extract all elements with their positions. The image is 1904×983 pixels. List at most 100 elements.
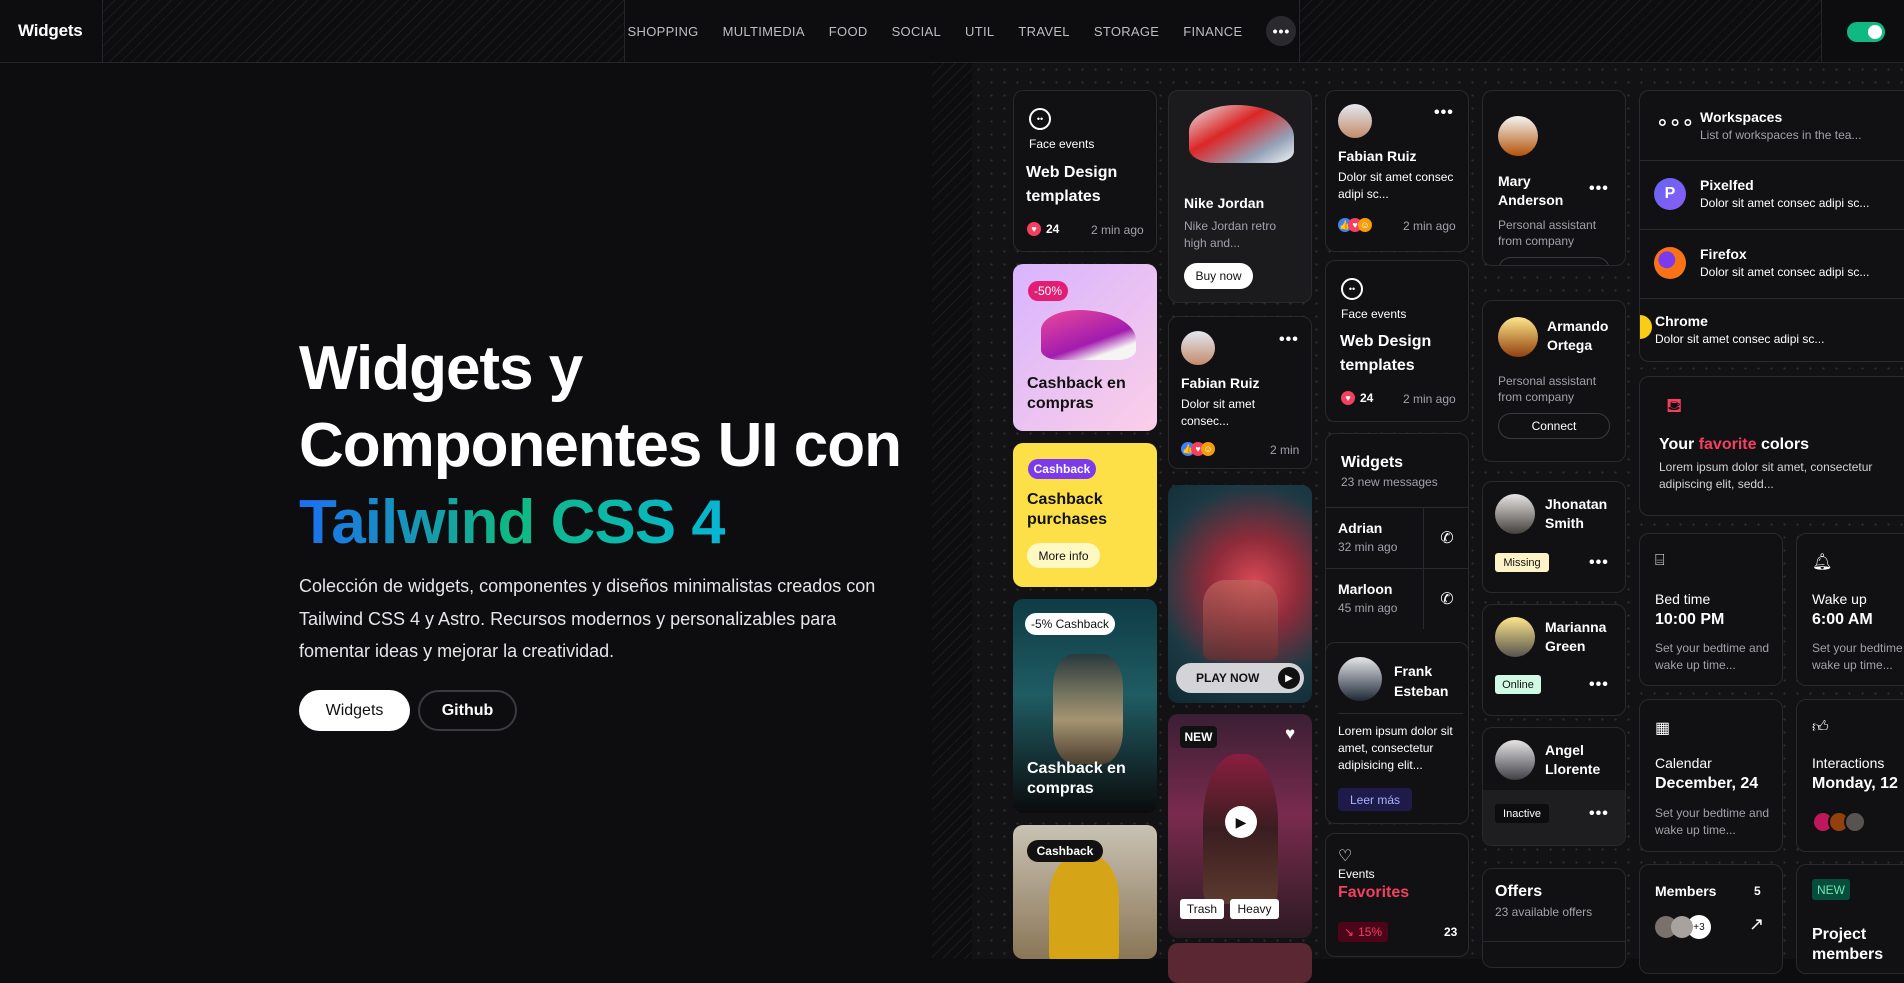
nav-food[interactable]: FOOD [829, 24, 868, 39]
nav-finance[interactable]: FINANCE [1183, 24, 1242, 39]
fabian-card-small[interactable]: ••• Fabian Ruiz Dolor sit amet consec...… [1168, 316, 1312, 469]
trend-pct: 15% [1358, 925, 1383, 939]
hero-title-line1: Widgets y [299, 334, 583, 403]
new-badge: NEW [1812, 879, 1850, 900]
favorite-colors-card[interactable]: ⛾ Your favorite colors Lorem ipsum dolor… [1639, 376, 1904, 516]
avatar [1495, 494, 1535, 534]
armando-name: Armando Ortega [1547, 318, 1609, 353]
tag-heavy[interactable]: Heavy [1230, 899, 1279, 919]
project-members-card[interactable]: NEW Project members [1796, 864, 1904, 974]
woman-cashback-card[interactable]: Cashback [1013, 825, 1157, 959]
jhonatan-name: Jhonatan Smith [1545, 496, 1608, 531]
face-icon: •• [1029, 108, 1051, 130]
app-row-pixelfed[interactable]: P Pixelfed Dolor sit amet consec adipi s… [1640, 160, 1904, 229]
calendar-card[interactable]: ▦ Calendar December, 24 Set your bedtime… [1639, 699, 1783, 852]
more-options-icon[interactable]: ••• [1589, 676, 1609, 694]
colors-desc: Lorem ipsum dolor sit amet, consectetur … [1659, 460, 1873, 491]
nav-travel[interactable]: TRAVEL [1018, 24, 1069, 39]
play-icon[interactable]: ▶ [1225, 806, 1257, 838]
more-menu-button[interactable]: ••• [1266, 16, 1297, 46]
connect-button[interactable]: Connect [1498, 257, 1610, 265]
more-options-icon[interactable]: ••• [1279, 331, 1299, 349]
nav-multimedia[interactable]: MULTIMEDIA [723, 24, 805, 39]
avatar [1844, 811, 1866, 833]
online-badge: Online [1495, 675, 1541, 694]
app-name: Firefox [1700, 246, 1747, 262]
nav-storage[interactable]: STORAGE [1094, 24, 1159, 39]
thumbs-up-icon: 👍︎ [1812, 719, 1829, 736]
arrow-up-right-icon[interactable]: ↗ [1749, 914, 1764, 935]
app-desc: Dolor sit amet consec adipi sc... [1700, 196, 1870, 210]
fabian-card[interactable]: ••• Fabian Ruiz Dolor sit amet consec ad… [1325, 90, 1469, 252]
bed-time-card[interactable]: ⌸ Bed time 10:00 PM Set your bedtime and… [1639, 533, 1783, 686]
offers-title: Offers [1495, 883, 1543, 900]
call-row[interactable]: Adrian 32 min ago ✆ [1326, 507, 1468, 568]
nav-shopping[interactable]: SHOPPING [628, 24, 699, 39]
widgets-button[interactable]: Widgets [299, 690, 410, 731]
mary-card[interactable]: Mary Anderson ••• Personal assistant fro… [1482, 90, 1626, 266]
more-info-button[interactable]: More info [1027, 543, 1100, 568]
call-row[interactable]: Marloon 45 min ago ✆ [1326, 568, 1468, 629]
app-row-workspaces[interactable]: ⚬⚬⚬ Workspaces List of workspaces in the… [1640, 91, 1904, 160]
offers-card[interactable]: Offers 23 available offers [1482, 868, 1626, 968]
cashback-yellow-card[interactable]: Cashback Cashback purchases More info [1013, 443, 1157, 587]
brand-logo[interactable]: Widgets [18, 21, 83, 41]
face-events-time: 2 min ago [1091, 223, 1144, 237]
hero-description: Colección de widgets, componentes y dise… [299, 576, 876, 661]
face-events-title: Web Design templates [1026, 164, 1118, 205]
laugh-icon: ☺ [1358, 218, 1372, 232]
face-events-card-2[interactable]: •• Face events Web Design templates ♥ 24… [1325, 260, 1469, 422]
nike-card[interactable]: Nike Jordan Nike Jordan retro high and..… [1168, 90, 1312, 303]
wake-up-card[interactable]: 🔔︎ Wake up 6:00 AM Set your bedtime and … [1796, 533, 1904, 686]
hero-title-gradient: Tailwind CSS 4 [299, 488, 726, 557]
nav-util[interactable]: UTIL [965, 24, 994, 39]
app-row-chrome[interactable]: Chrome Dolor sit amet consec adipi sc... [1640, 298, 1904, 361]
nike-sneaker-image [1189, 105, 1294, 163]
connect-button[interactable]: Connect [1498, 413, 1610, 439]
jhonatan-card[interactable]: Jhonatan Smith Missing ••• [1482, 481, 1626, 593]
angel-card[interactable]: Angel Llorente Inactive ••• [1482, 727, 1626, 846]
bed-icon: ⌸ [1655, 552, 1665, 569]
more-options-icon[interactable]: ••• [1434, 104, 1454, 122]
tag-trash[interactable]: Trash [1180, 899, 1224, 919]
mary-role: Personal assistant from company [1498, 218, 1597, 248]
singer-card[interactable]: NEW ♥ ▶ Trash Heavy [1168, 714, 1312, 938]
phone-icon[interactable]: ✆ [1423, 569, 1468, 629]
nav-social[interactable]: SOCIAL [892, 24, 941, 39]
pink-sneaker-image [1041, 310, 1136, 360]
avatar [1338, 104, 1372, 138]
concert-card[interactable]: PLAY NOW ▶ [1168, 485, 1312, 703]
members-card[interactable]: Members 5 +3 ↗ [1639, 864, 1783, 974]
more-options-icon[interactable]: ••• [1589, 180, 1609, 198]
theme-toggle[interactable] [1847, 22, 1885, 42]
interactions-card[interactable]: 👍︎ Interactions Monday, 12 [1796, 699, 1904, 852]
shoe-cashback-card[interactable]: -5% Cashback Cashback en compras [1013, 599, 1157, 813]
more-options-icon[interactable]: ••• [1589, 805, 1609, 823]
call-time: 32 min ago [1338, 540, 1398, 554]
frank-desc: Lorem ipsum dolor sit amet, consectetur … [1338, 713, 1463, 774]
favorites-card[interactable]: ♡ Events Favorites ↘ 15% 23 [1325, 833, 1469, 957]
nike-title: Nike Jordan [1184, 195, 1265, 211]
leer-mas-button[interactable]: Leer más [1338, 788, 1412, 811]
missing-badge: Missing [1495, 553, 1549, 572]
more-options-icon[interactable]: ••• [1589, 554, 1609, 572]
armando-card[interactable]: Armando Ortega Personal assistant from c… [1482, 300, 1626, 462]
header-hatch-left [102, 0, 624, 62]
members-count: 5 [1754, 884, 1761, 898]
fabian-time: 2 min [1270, 443, 1300, 457]
widget-showcase: •• Face events Web Design templates ♥ 24… [972, 63, 1904, 983]
avatar [1338, 657, 1382, 701]
top-header: Widgets SHOPPING MULTIMEDIA FOOD SOCIAL … [0, 0, 1904, 63]
sale-card[interactable]: -50% Cashback en compras [1013, 264, 1157, 431]
frank-card[interactable]: Frank Esteban Lorem ipsum dolor sit amet… [1325, 642, 1469, 824]
play-now-button[interactable]: PLAY NOW ▶ [1176, 663, 1304, 693]
marianna-card[interactable]: Marianna Green Online ••• [1482, 604, 1626, 716]
buy-now-button[interactable]: Buy now [1184, 263, 1253, 289]
events-label: Events [1338, 867, 1375, 881]
avatar [1181, 331, 1215, 365]
face-events-card[interactable]: •• Face events Web Design templates ♥ 24… [1013, 90, 1157, 252]
heart-icon[interactable]: ♥ [1285, 724, 1295, 744]
github-button[interactable]: Github [418, 690, 517, 731]
phone-icon[interactable]: ✆ [1423, 508, 1468, 568]
app-row-firefox[interactable]: Firefox Dolor sit amet consec adipi sc..… [1640, 229, 1904, 298]
